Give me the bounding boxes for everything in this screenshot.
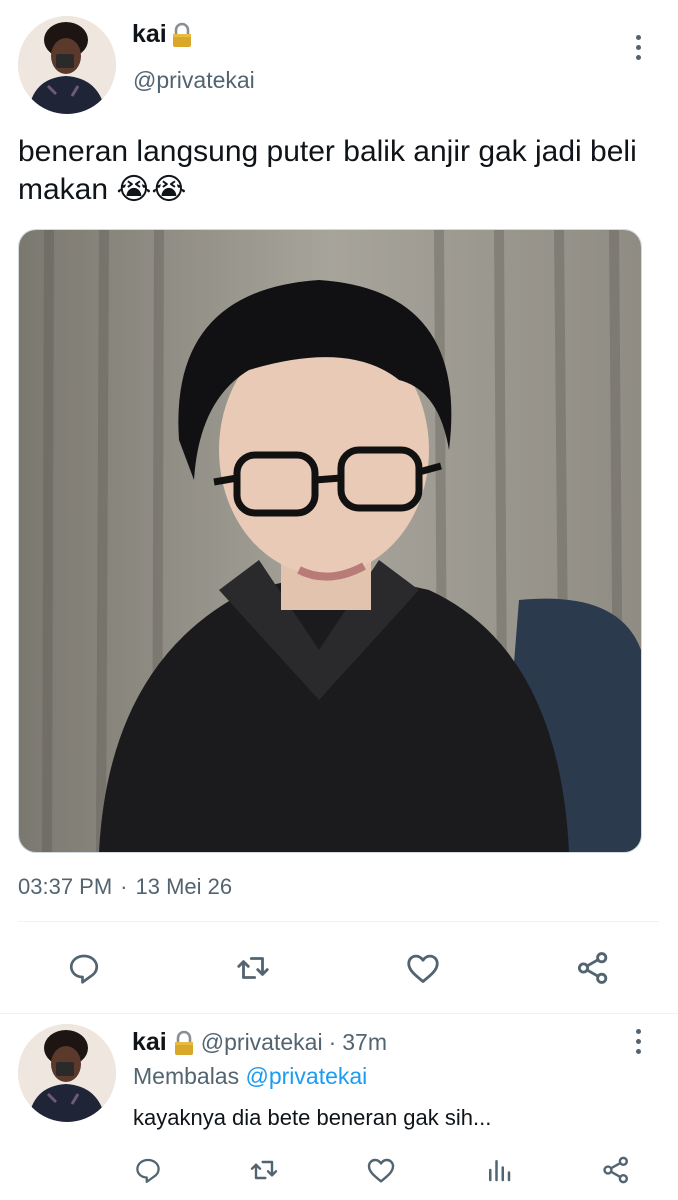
avatar-image <box>18 1024 116 1122</box>
views-button[interactable] <box>479 1150 519 1190</box>
author-name[interactable]: kai <box>132 20 167 49</box>
retweet-button[interactable] <box>244 1150 284 1190</box>
tweet-text: beneran langsung puter balik anjir gak j… <box>18 135 637 206</box>
tweet-time: 03:37 PM <box>18 874 113 899</box>
reply-button[interactable] <box>128 1150 168 1190</box>
reply-button[interactable] <box>62 946 106 990</box>
meta-separator: · <box>120 874 128 899</box>
section-divider <box>0 1013 678 1014</box>
retweet-button[interactable] <box>231 946 275 990</box>
tweet-timestamp[interactable]: 03:37 PM · 13 Mei 26 <box>18 874 232 900</box>
lock-icon <box>174 1030 193 1055</box>
author-handle[interactable]: @privatekai <box>201 1029 323 1056</box>
like-icon <box>407 954 439 983</box>
avatar[interactable] <box>18 16 116 114</box>
share-button[interactable] <box>571 946 615 990</box>
share-icon <box>577 952 608 984</box>
reply-text: kayaknya dia bete beneran gak sih... <box>133 1105 492 1130</box>
meta-separator: · <box>328 1029 337 1055</box>
share-button[interactable] <box>596 1150 636 1190</box>
reply-time[interactable]: 37m <box>342 1029 387 1056</box>
avatar-image <box>18 16 116 114</box>
more-icon[interactable] <box>628 1021 648 1061</box>
replying-to: Membalas @privatekai <box>133 1063 367 1090</box>
share-icon <box>603 1156 628 1184</box>
divider <box>18 921 659 922</box>
more-icon[interactable] <box>628 27 648 67</box>
tweet-media[interactable] <box>18 229 642 853</box>
retweet-icon <box>250 1160 278 1180</box>
avatar[interactable] <box>18 1024 116 1122</box>
like-icon <box>367 1158 395 1183</box>
replying-label: Membalas <box>133 1063 240 1089</box>
views-icon <box>489 1160 511 1182</box>
tweet-date: 13 Mei 26 <box>135 874 233 899</box>
tweet-photo <box>19 230 641 852</box>
like-button[interactable] <box>361 1150 401 1190</box>
author-name[interactable]: kai <box>132 1028 167 1057</box>
reply-icon <box>69 954 99 984</box>
like-button[interactable] <box>401 946 445 990</box>
replying-to-handle[interactable]: @privatekai <box>246 1063 368 1089</box>
author-handle[interactable]: @privatekai <box>133 67 255 94</box>
reply-icon <box>136 1158 160 1183</box>
retweet-icon <box>237 957 269 979</box>
lock-icon <box>172 22 191 47</box>
